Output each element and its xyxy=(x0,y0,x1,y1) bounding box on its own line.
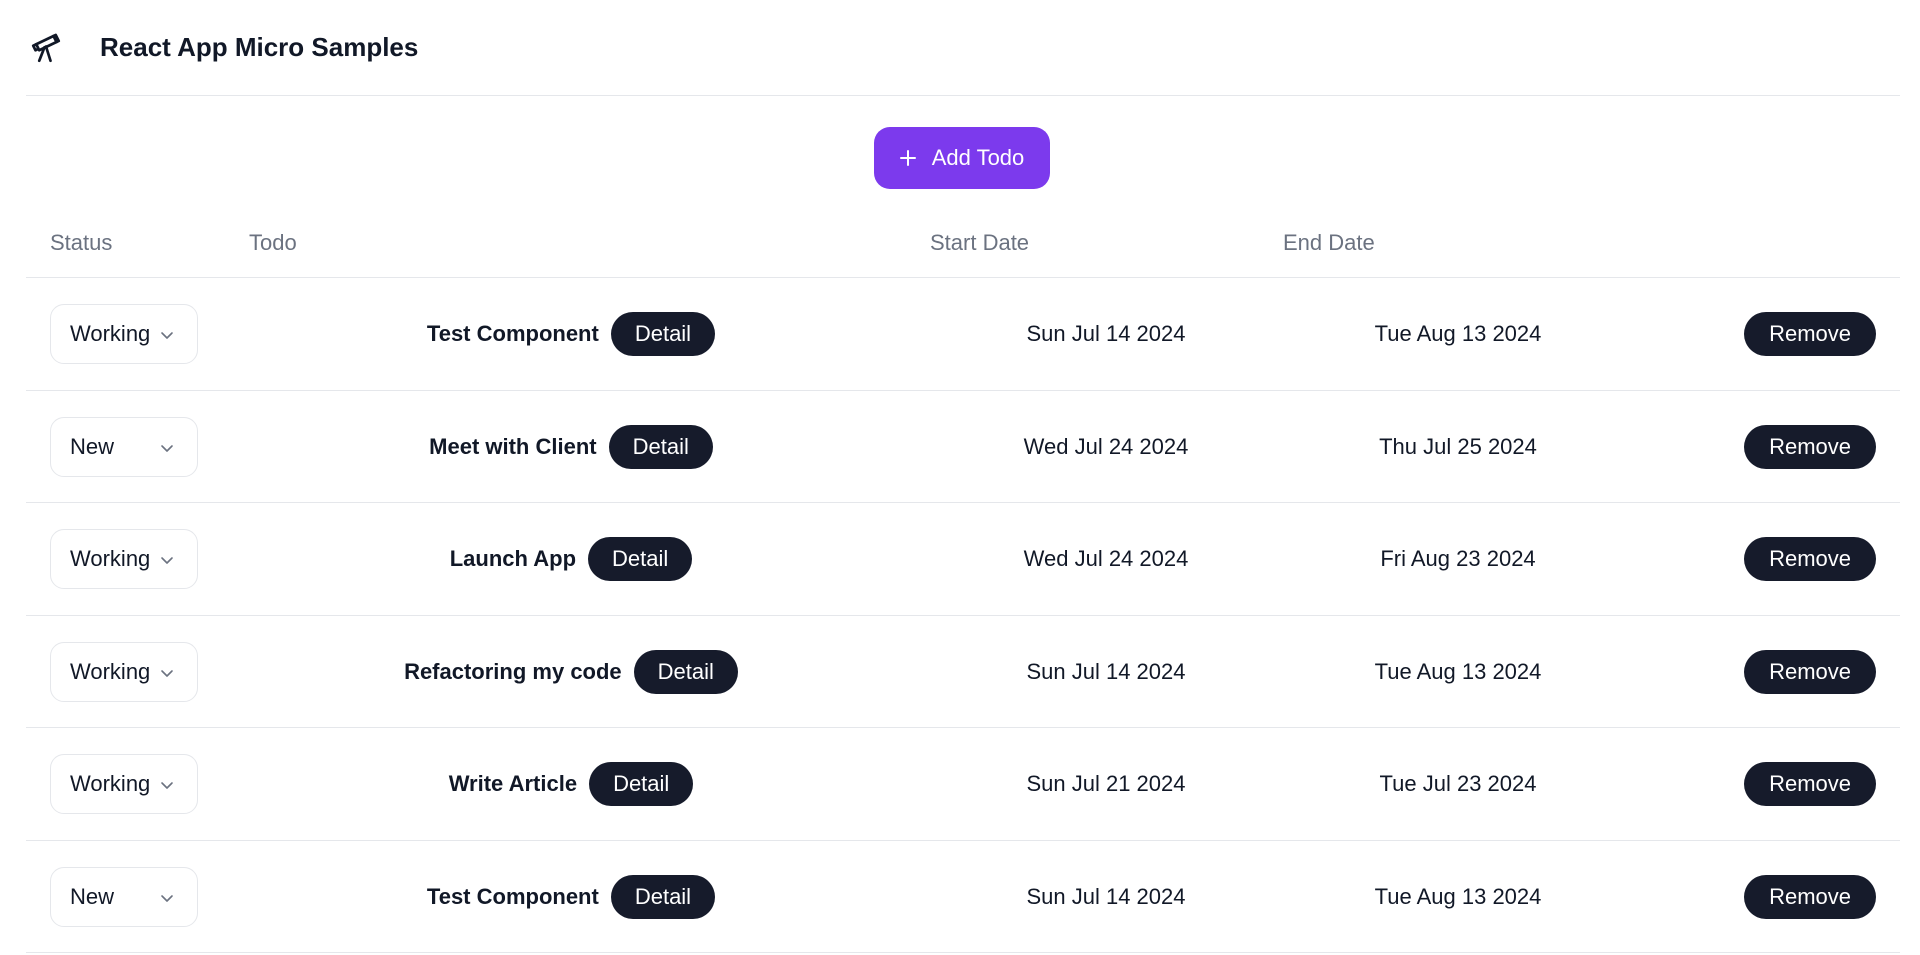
status-select[interactable]: Working xyxy=(50,641,198,702)
chevron-down-icon xyxy=(159,440,175,456)
remove-cell: Remove xyxy=(1744,424,1876,469)
add-todo-button[interactable]: Add Todo xyxy=(873,127,1051,189)
chevron-down-icon xyxy=(159,327,175,343)
end-date: Tue Aug 13 2024 xyxy=(1374,658,1542,684)
detail-button[interactable]: Detail xyxy=(608,424,713,469)
remove-button[interactable]: Remove xyxy=(1744,649,1876,694)
column-header-start-date: Start Date xyxy=(930,230,1030,255)
todo-table: Status Todo Start Date End Date Working … xyxy=(26,208,1900,953)
start-date: Sun Jul 14 2024 xyxy=(1026,883,1186,909)
todo-cell: Launch App Detail xyxy=(216,503,926,615)
plus-icon xyxy=(898,148,918,168)
detail-button[interactable]: Detail xyxy=(633,649,738,694)
todo-title: Meet with Client xyxy=(429,433,597,459)
todo-title: Test Component xyxy=(426,883,599,909)
status-select[interactable]: Working xyxy=(50,754,198,814)
todo-cell: Test Component Detail xyxy=(216,841,926,953)
detail-button[interactable]: Detail xyxy=(589,762,694,806)
table-header: Status Todo Start Date End Date xyxy=(26,208,1900,278)
chevron-down-icon xyxy=(159,777,175,793)
end-date: Thu Jul 25 2024 xyxy=(1379,433,1537,459)
start-date: Wed Jul 24 2024 xyxy=(1023,433,1189,459)
remove-button[interactable]: Remove xyxy=(1744,312,1876,356)
table-row: Working Test Component Detail Sun Jul 14… xyxy=(26,278,1900,391)
chevron-down-icon xyxy=(159,552,175,568)
detail-button[interactable]: Detail xyxy=(610,874,716,919)
remove-button[interactable]: Remove xyxy=(1744,762,1876,806)
todo-title: Launch App xyxy=(449,546,577,571)
status-value: Working xyxy=(70,546,151,571)
table-row: New Test Component Detail Sun Jul 14 202… xyxy=(26,841,1900,953)
table-row: Working Write Article Detail Sun Jul 21 … xyxy=(26,728,1900,841)
todo-cell: Refactoring my code Detail xyxy=(216,616,926,728)
chevron-down-icon xyxy=(159,665,175,681)
add-todo-container: Add Todo xyxy=(0,127,1920,189)
detail-button[interactable]: Detail xyxy=(588,537,693,581)
start-date: Sun Jul 21 2024 xyxy=(1026,771,1186,796)
end-date: Tue Aug 13 2024 xyxy=(1374,321,1542,346)
remove-cell: Remove xyxy=(1744,649,1876,694)
remove-cell: Remove xyxy=(1744,874,1876,919)
table-body: Working Test Component Detail Sun Jul 14… xyxy=(26,278,1900,953)
add-todo-label: Add Todo xyxy=(931,145,1025,170)
table-row: Working Refactoring my code Detail Sun J… xyxy=(26,616,1900,728)
todo-title: Refactoring my code xyxy=(404,658,622,684)
status-value: Working xyxy=(70,658,151,684)
remove-cell: Remove xyxy=(1744,537,1876,581)
todo-title: Test Component xyxy=(426,321,599,346)
column-header-end-date: End Date xyxy=(1283,230,1375,255)
start-date: Sun Jul 14 2024 xyxy=(1026,321,1186,346)
todo-page: React App Micro Samples Add Todo Status … xyxy=(0,0,1920,955)
start-date: Sun Jul 14 2024 xyxy=(1026,658,1186,684)
status-value: Working xyxy=(70,771,151,796)
end-date: Tue Jul 23 2024 xyxy=(1379,771,1537,796)
column-header-status: Status xyxy=(50,230,113,255)
telescope-icon xyxy=(26,28,66,68)
table-row: New Meet with Client Detail Wed Jul 24 2… xyxy=(26,391,1900,503)
app-title: React App Micro Samples xyxy=(100,32,419,62)
status-value: New xyxy=(70,883,115,909)
remove-cell: Remove xyxy=(1744,312,1876,356)
chevron-down-icon xyxy=(159,890,175,906)
remove-button[interactable]: Remove xyxy=(1744,424,1876,469)
start-date: Wed Jul 24 2024 xyxy=(1023,546,1189,571)
status-select[interactable]: Working xyxy=(50,304,198,364)
end-date: Tue Aug 13 2024 xyxy=(1374,883,1542,909)
status-value: Working xyxy=(70,321,151,346)
table-row: Working Launch App Detail Wed Jul 24 202… xyxy=(26,503,1900,616)
status-select[interactable]: New xyxy=(50,866,198,927)
todo-title: Write Article xyxy=(448,771,578,796)
todo-cell: Meet with Client Detail xyxy=(216,391,926,503)
remove-button[interactable]: Remove xyxy=(1744,537,1876,581)
status-select[interactable]: Working xyxy=(50,529,198,589)
end-date: Fri Aug 23 2024 xyxy=(1380,546,1536,571)
column-header-todo: Todo xyxy=(249,230,297,255)
todo-cell: Write Article Detail xyxy=(216,728,926,840)
detail-button[interactable]: Detail xyxy=(610,312,716,356)
remove-cell: Remove xyxy=(1744,762,1876,806)
status-select[interactable]: New xyxy=(50,416,198,477)
remove-button[interactable]: Remove xyxy=(1744,874,1876,919)
app-header: React App Micro Samples xyxy=(26,0,1900,96)
todo-cell: Test Component Detail xyxy=(216,278,926,390)
status-value: New xyxy=(70,433,115,459)
